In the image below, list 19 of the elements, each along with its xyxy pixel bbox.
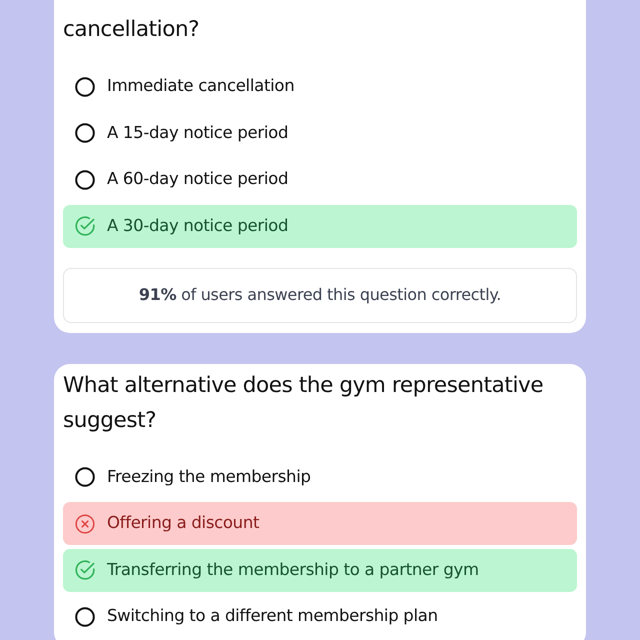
answer-option[interactable]: A 15-day notice period (63, 112, 577, 154)
answer-option[interactable]: Freezing the membership (63, 456, 577, 498)
answer-option[interactable]: A 30-day notice period (63, 204, 577, 248)
radio-circle-icon (75, 123, 95, 143)
question-text: cancellation? (63, 16, 200, 44)
radio-circle-icon (75, 76, 95, 96)
answer-option[interactable]: A 60-day notice period (63, 158, 577, 201)
x-circle-icon (75, 514, 95, 534)
check-circle-icon (75, 216, 95, 236)
stats-text: 91% of users answered this question correctly. (138, 284, 502, 306)
check-circle-icon (75, 560, 95, 580)
radio-circle-icon (75, 467, 95, 487)
answer-option[interactable]: Transferring the membership to a partner gym (63, 548, 577, 592)
question-text: What alternative does the gym representative suggest? (63, 372, 544, 434)
radio-circle-icon (75, 170, 95, 190)
answer-option[interactable]: Immediate cancellation (63, 65, 577, 108)
radio-circle-icon (75, 606, 95, 626)
answer-option[interactable]: Switching to a different membership plan (63, 595, 577, 638)
answer-option[interactable]: Offering a discount (63, 502, 577, 545)
